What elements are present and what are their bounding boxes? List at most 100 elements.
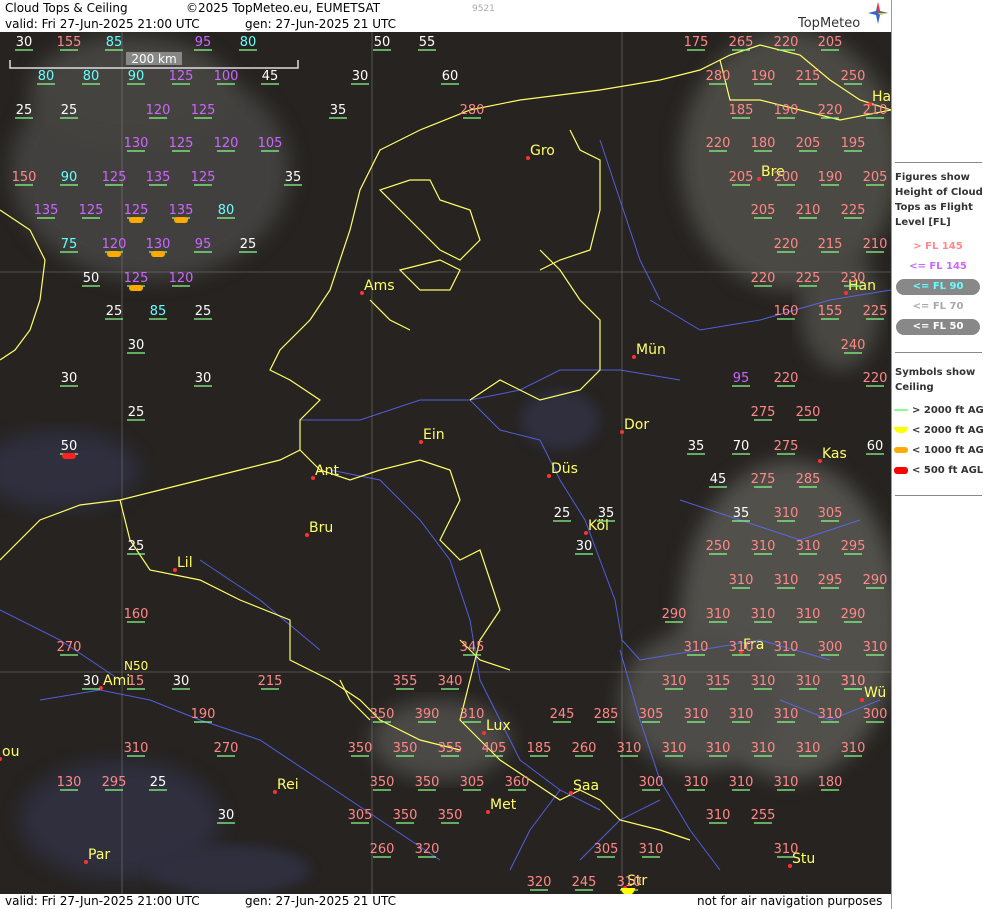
cloud-top-value: 55 bbox=[419, 35, 436, 50]
cloud-top-value: 220 bbox=[706, 136, 731, 151]
cloud-top-value: 310 bbox=[684, 707, 709, 722]
cloud-top-value: 230 bbox=[841, 271, 866, 286]
cloud-top-value: 30 bbox=[195, 371, 212, 386]
cloud-top-value: 185 bbox=[729, 103, 754, 118]
cloud-top-value: 25 bbox=[106, 304, 123, 319]
cloud-top-value: 30 bbox=[576, 539, 593, 554]
cloud-top-value: 310 bbox=[662, 741, 687, 756]
cloud-top-value: 125 bbox=[79, 203, 104, 218]
cloud-top-value: 25 bbox=[16, 103, 33, 118]
cloud-top-value: 215 bbox=[258, 674, 283, 689]
copyright: ©2025 TopMeteo.eu, EUMETSAT bbox=[186, 1, 381, 15]
cloud-top-value: 260 bbox=[370, 842, 395, 857]
cloud-top-value: 310 bbox=[751, 674, 776, 689]
footer-bar: valid: Fri 27-Jun-2025 21:00 UTC gen: 27… bbox=[0, 894, 891, 909]
cloud-top-value: 190 bbox=[751, 69, 776, 84]
ceiling-heading: Symbols show Ceiling bbox=[895, 367, 976, 393]
city-label-kas: Kas bbox=[822, 446, 847, 462]
cloud-top-value: 125 bbox=[169, 69, 194, 84]
cloud-top-value: 310 bbox=[729, 707, 754, 722]
cloud-top-value: 310 bbox=[617, 875, 642, 890]
cloud-top-value: 285 bbox=[796, 472, 821, 487]
cloud-top-value: 135 bbox=[34, 203, 59, 218]
cloud-top-value: 30 bbox=[61, 371, 78, 386]
divider bbox=[895, 352, 982, 353]
cloud-top-value: 310 bbox=[617, 741, 642, 756]
cloud-top-value: 320 bbox=[527, 875, 552, 890]
cloud-top-value: 295 bbox=[841, 539, 866, 554]
city-label-gro: Gro bbox=[530, 143, 555, 159]
cloud-top-value: 80 bbox=[83, 69, 100, 84]
city-label-ein: Ein bbox=[423, 427, 445, 443]
cloud-top-value: 35 bbox=[285, 170, 302, 185]
cloud-top-value: 30 bbox=[128, 338, 145, 353]
cloud-top-value: 50 bbox=[83, 271, 100, 286]
footer-gen-time: gen: 27-Jun-2025 21 UTC bbox=[245, 894, 397, 908]
cloud-top-value: 195 bbox=[841, 136, 866, 151]
cloud-top-value: 210 bbox=[796, 203, 821, 218]
ceiling-bar-symbol bbox=[107, 251, 121, 257]
cloud-top-value: 220 bbox=[774, 371, 799, 386]
ceiling-bar-symbol bbox=[174, 217, 188, 223]
cloud-top-value: 295 bbox=[102, 775, 127, 790]
cloud-top-value: 85 bbox=[106, 35, 123, 50]
cloud-top-value: 280 bbox=[460, 103, 485, 118]
cloud-top-value: 350 bbox=[370, 707, 395, 722]
cloud-top-value: 50 bbox=[374, 35, 391, 50]
cloud-top-value: 100 bbox=[214, 69, 239, 84]
cloud-top-value: 135 bbox=[146, 170, 171, 185]
cloud-top-value: 35 bbox=[598, 506, 615, 521]
divider bbox=[895, 495, 982, 496]
cloud-top-value: 350 bbox=[370, 775, 395, 790]
city-label-rei: Rei bbox=[277, 777, 299, 793]
cloud-top-value: 155 bbox=[818, 304, 843, 319]
half-disc-symbol-icon bbox=[894, 427, 908, 433]
cloud-top-value: 310 bbox=[639, 842, 664, 857]
cloud-top-value: 155 bbox=[57, 35, 82, 50]
cloud-top-value: 310 bbox=[706, 741, 731, 756]
cloud-top-value: 360 bbox=[505, 775, 530, 790]
cloud-top-value: 310 bbox=[751, 607, 776, 622]
cloud-top-value: 135 bbox=[169, 203, 194, 218]
cloud-top-value: 350 bbox=[348, 741, 373, 756]
cloud-top-value: 125 bbox=[102, 170, 127, 185]
brand-name: TopMeteo bbox=[798, 16, 861, 31]
cloud-top-value: 130 bbox=[124, 136, 149, 151]
cloud-top-value: 220 bbox=[863, 371, 888, 386]
cloud-top-value: 310 bbox=[774, 640, 799, 655]
city-label-lux: Lux bbox=[486, 718, 511, 734]
cloud-top-value: 310 bbox=[662, 674, 687, 689]
cloud-top-value: 95 bbox=[195, 237, 212, 252]
cloud-top-value: 310 bbox=[796, 674, 821, 689]
city-label-wü: Wü bbox=[864, 685, 886, 701]
cloud-top-value: 250 bbox=[706, 539, 731, 554]
cloud-top-value: 310 bbox=[684, 640, 709, 655]
cloud-top-value: 310 bbox=[774, 775, 799, 790]
ceiling-item-lt2000: < 2000 ft AGL bbox=[894, 425, 983, 436]
cloud-top-value: 310 bbox=[796, 539, 821, 554]
cloud-top-value: 310 bbox=[841, 674, 866, 689]
legend-item-le70: <= FL 70 bbox=[912, 301, 964, 312]
city-label-ant: Ant bbox=[315, 463, 339, 479]
cloud-top-value: 310 bbox=[796, 607, 821, 622]
cloud-top-value: 310 bbox=[684, 775, 709, 790]
cloud-top-value: 310 bbox=[751, 539, 776, 554]
cloud-top-value: 220 bbox=[751, 271, 776, 286]
cloud-top-value: 275 bbox=[751, 405, 776, 420]
bar-symbol-icon bbox=[894, 466, 908, 474]
cloud-top-value: 265 bbox=[729, 35, 754, 50]
cloud-top-value: 130 bbox=[146, 237, 171, 252]
cloud-top-value: 245 bbox=[572, 875, 597, 890]
cloud-top-value: 290 bbox=[662, 607, 687, 622]
cloud-top-value: 30 bbox=[16, 35, 33, 50]
cloud-top-value: 270 bbox=[214, 741, 239, 756]
cloud-top-value: 280 bbox=[706, 69, 731, 84]
cloud-top-value: 215 bbox=[796, 69, 821, 84]
line-symbol-icon bbox=[894, 409, 908, 411]
cloud-top-value: 300 bbox=[639, 775, 664, 790]
cloud-top-value: 75 bbox=[61, 237, 78, 252]
satellite-map[interactable]: 200 km N50 Gro Ams Ein Ant Bru Lil Ami Rei Par Lu… bbox=[0, 32, 891, 894]
cloud-top-value: 350 bbox=[438, 808, 463, 823]
cloud-top-value: 30 bbox=[352, 69, 369, 84]
ceiling-item-lt1000: < 1000 ft AGL bbox=[894, 445, 983, 456]
